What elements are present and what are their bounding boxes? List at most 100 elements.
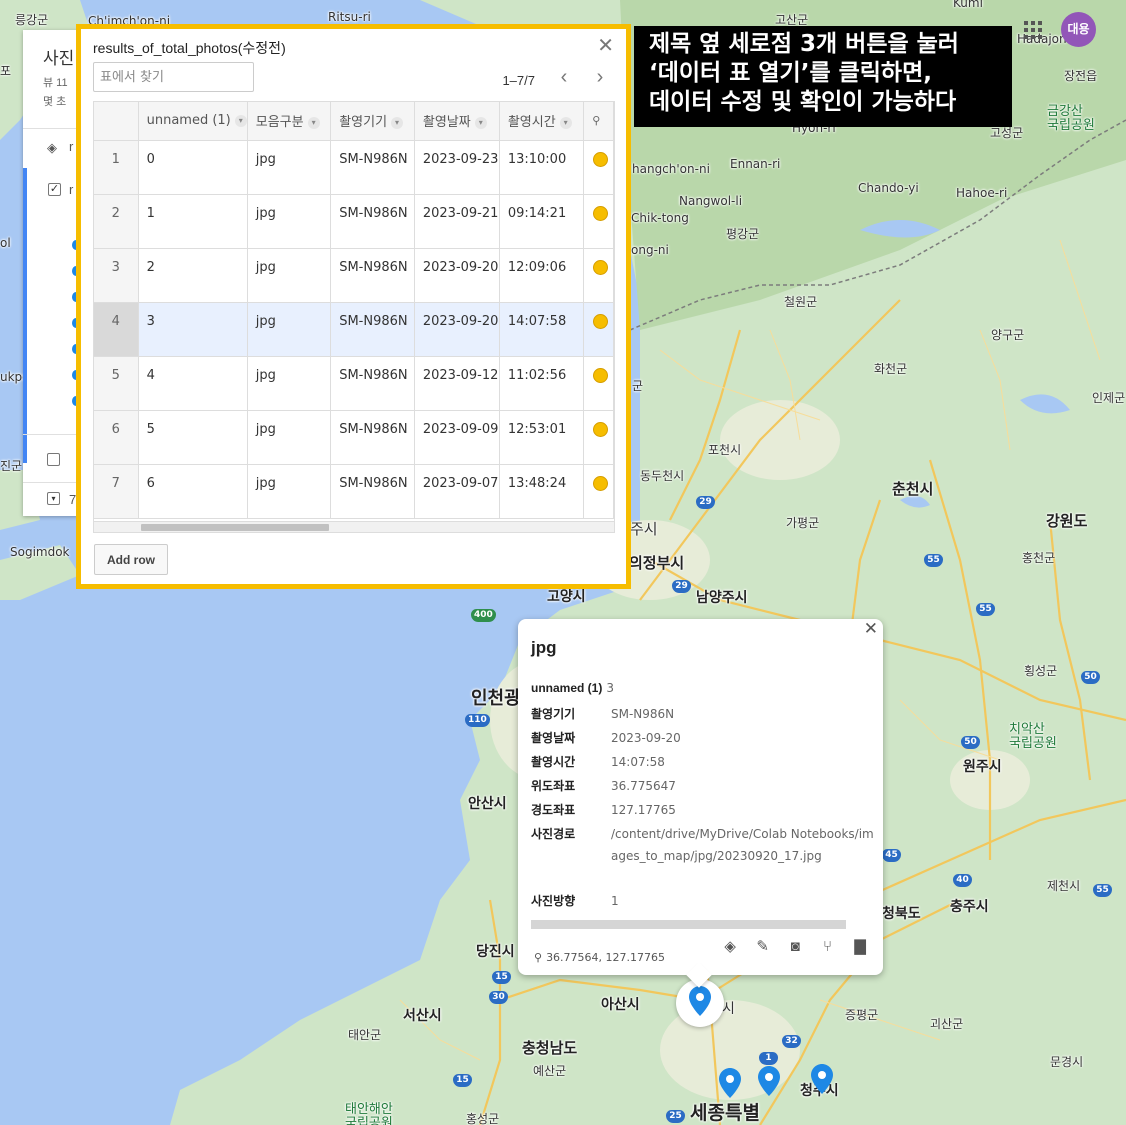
unnamed-cell[interactable]: 4: [138, 356, 248, 411]
location-pin-icon[interactable]: [593, 259, 609, 275]
base-layer-checkbox[interactable]: [47, 453, 60, 466]
location-cell[interactable]: [583, 194, 614, 249]
date-cell[interactable]: 2023-09-09: [414, 410, 500, 465]
location-pin-icon[interactable]: [593, 205, 609, 221]
paint-bucket-icon[interactable]: ◈: [719, 937, 741, 955]
unnamed-cell[interactable]: 3: [138, 302, 248, 357]
edit-icon[interactable]: ✎: [752, 937, 774, 955]
table-row[interactable]: 2 1 jpg SM-N986N 2023-09-21 09:14:21: [94, 194, 614, 249]
location-cell[interactable]: [583, 248, 614, 303]
device-cell[interactable]: SM-N986N: [330, 410, 415, 465]
table-row[interactable]: 3 2 jpg SM-N986N 2023-09-20 12:09:06: [94, 248, 614, 303]
chevron-down-icon[interactable]: ▾: [474, 116, 487, 129]
table-row[interactable]: 4 3 jpg SM-N986N 2023-09-20 14:07:58: [94, 302, 614, 357]
table-row[interactable]: 5 4 jpg SM-N986N 2023-09-12 11:02:56: [94, 356, 614, 411]
column-header[interactable]: 촬영날짜 ▾: [414, 102, 500, 141]
device-cell[interactable]: SM-N986N: [330, 464, 415, 519]
group-cell[interactable]: jpg: [247, 194, 332, 249]
horizontal-scrollbar[interactable]: [94, 521, 614, 532]
date-cell[interactable]: 2023-09-20: [414, 302, 500, 357]
layer-checkbox[interactable]: ✓: [48, 183, 61, 196]
chevron-down-icon[interactable]: ▾: [47, 492, 60, 505]
column-header[interactable]: 모음구분 ▾: [247, 102, 332, 141]
date-cell[interactable]: 2023-09-21: [414, 194, 500, 249]
row-number-cell[interactable]: 4: [94, 302, 139, 357]
time-cell[interactable]: 09:14:21: [499, 194, 585, 249]
table-row[interactable]: 7 6 jpg SM-N986N 2023-09-07 13:48:24: [94, 464, 614, 519]
apps-grid-icon[interactable]: [1024, 21, 1042, 39]
location-cell[interactable]: [583, 140, 614, 195]
group-cell[interactable]: jpg: [247, 410, 332, 465]
group-cell[interactable]: jpg: [247, 356, 332, 411]
location-cell[interactable]: [583, 356, 614, 411]
attribute-key: 사진경로: [531, 827, 576, 841]
column-header[interactable]: 촬영시간 ▾: [499, 102, 585, 141]
directions-icon[interactable]: ⑂: [817, 938, 839, 956]
date-cell[interactable]: 2023-09-23: [414, 140, 500, 195]
location-pin-icon[interactable]: [593, 421, 609, 437]
date-cell[interactable]: 2023-09-20: [414, 248, 500, 303]
row-number-cell[interactable]: 1: [94, 140, 139, 195]
location-cell[interactable]: [583, 410, 614, 465]
table-search-input[interactable]: [93, 62, 254, 92]
map-marker-icon[interactable]: [689, 986, 711, 1016]
chevron-right-icon[interactable]: ›: [588, 66, 612, 90]
chevron-left-icon[interactable]: ‹: [552, 66, 576, 90]
close-icon[interactable]: ✕: [597, 33, 614, 58]
device-cell[interactable]: SM-N986N: [330, 356, 415, 411]
row-number-cell[interactable]: 3: [94, 248, 139, 303]
date-cell[interactable]: 2023-09-07: [414, 464, 500, 519]
time-cell[interactable]: 12:53:01: [499, 410, 585, 465]
time-cell[interactable]: 14:07:58: [499, 302, 585, 357]
column-header[interactable]: 촬영기기 ▾: [330, 102, 415, 141]
chevron-down-icon[interactable]: ▾: [559, 116, 572, 129]
table-row[interactable]: 1 0 jpg SM-N986N 2023-09-23 13:10:00: [94, 140, 614, 195]
location-pin-icon[interactable]: [593, 475, 609, 491]
add-row-button[interactable]: Add row: [94, 544, 168, 575]
scrollbar-thumb[interactable]: [141, 524, 329, 531]
avatar[interactable]: 대용: [1061, 12, 1096, 47]
group-cell[interactable]: jpg: [247, 140, 332, 195]
device-cell[interactable]: SM-N986N: [330, 194, 415, 249]
group-cell[interactable]: jpg: [247, 302, 332, 357]
table-row[interactable]: 6 5 jpg SM-N986N 2023-09-09 12:53:01: [94, 410, 614, 465]
date-cell[interactable]: 2023-09-12: [414, 356, 500, 411]
map-marker-icon[interactable]: [758, 1066, 780, 1096]
chevron-down-icon[interactable]: ▾: [307, 116, 320, 129]
row-number-cell[interactable]: 7: [94, 464, 139, 519]
group-cell[interactable]: jpg: [247, 464, 332, 519]
column-header[interactable]: unnamed (1) ▾: [138, 102, 248, 141]
location-cell[interactable]: [583, 464, 614, 519]
time-cell[interactable]: 12:09:06: [499, 248, 585, 303]
unnamed-cell[interactable]: 5: [138, 410, 248, 465]
location-pin-icon[interactable]: [593, 367, 609, 383]
location-pin-icon[interactable]: [593, 151, 609, 167]
trash-icon[interactable]: ▇: [849, 937, 871, 955]
map-marker-icon[interactable]: [811, 1064, 833, 1094]
row-number-cell[interactable]: 2: [94, 194, 139, 249]
time-cell[interactable]: 13:10:00: [499, 140, 585, 195]
row-number-cell[interactable]: 5: [94, 356, 139, 411]
data-table-dialog: results_of_total_photos(수정전) ✕ 1–7/7 ‹ ›…: [76, 24, 631, 589]
group-cell[interactable]: jpg: [247, 248, 332, 303]
unnamed-cell[interactable]: 2: [138, 248, 248, 303]
unnamed-cell[interactable]: 6: [138, 464, 248, 519]
location-cell[interactable]: [583, 302, 614, 357]
chevron-down-icon[interactable]: ▾: [234, 114, 247, 127]
map-label: 춘천시: [892, 480, 934, 498]
close-icon[interactable]: ✕: [864, 619, 878, 639]
camera-icon[interactable]: ◙: [784, 938, 806, 956]
unnamed-cell[interactable]: 0: [138, 140, 248, 195]
map-label: 인천광: [471, 688, 521, 709]
unnamed-cell[interactable]: 1: [138, 194, 248, 249]
map-marker-icon[interactable]: [719, 1068, 741, 1098]
device-cell[interactable]: SM-N986N: [330, 248, 415, 303]
row-number-cell[interactable]: 6: [94, 410, 139, 465]
map-title[interactable]: 사진: [43, 44, 74, 69]
time-cell[interactable]: 13:48:24: [499, 464, 585, 519]
chevron-down-icon[interactable]: ▾: [391, 116, 404, 129]
location-pin-icon[interactable]: [593, 313, 609, 329]
device-cell[interactable]: SM-N986N: [330, 140, 415, 195]
time-cell[interactable]: 11:02:56: [499, 356, 585, 411]
device-cell[interactable]: SM-N986N: [330, 302, 415, 357]
